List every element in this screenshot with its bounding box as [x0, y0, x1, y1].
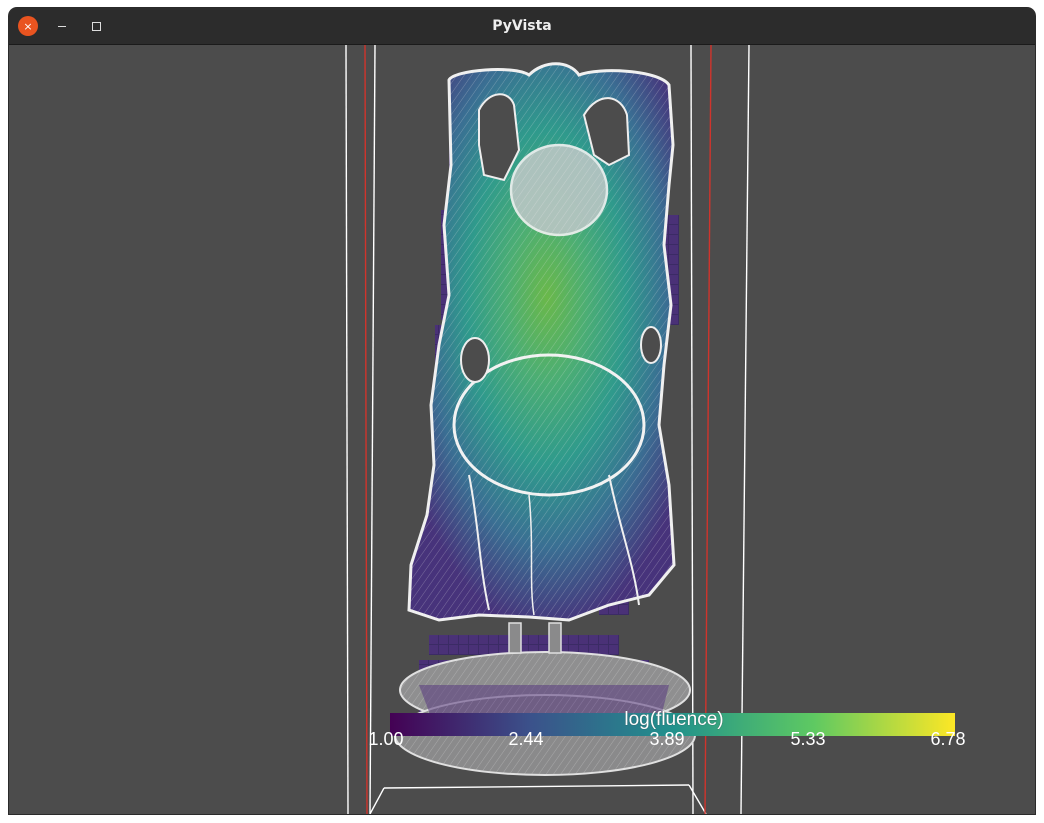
colorbar-tick-2: 3.89: [649, 729, 685, 749]
pyvista-window: × PyVista log(fluence) 1.00 2.44 3.89 5.…: [9, 8, 1035, 814]
scene-canvas[interactable]: [9, 45, 1035, 814]
title-bar[interactable]: × PyVista: [9, 8, 1035, 45]
colorbar-tick-4: 6.78: [930, 729, 966, 749]
window-title: PyVista: [492, 18, 552, 34]
colorbar-tick-0: 1.00: [368, 729, 404, 749]
statue-mesh: [407, 62, 676, 654]
colorbar-tick-3: 5.33: [790, 729, 826, 749]
colorbar-title: log(fluence): [624, 709, 724, 730]
colorbar-tick-1: 2.44: [508, 729, 544, 749]
3d-render-viewport[interactable]: log(fluence) 1.00 2.44 3.89 5.33 6.78: [9, 45, 1035, 814]
